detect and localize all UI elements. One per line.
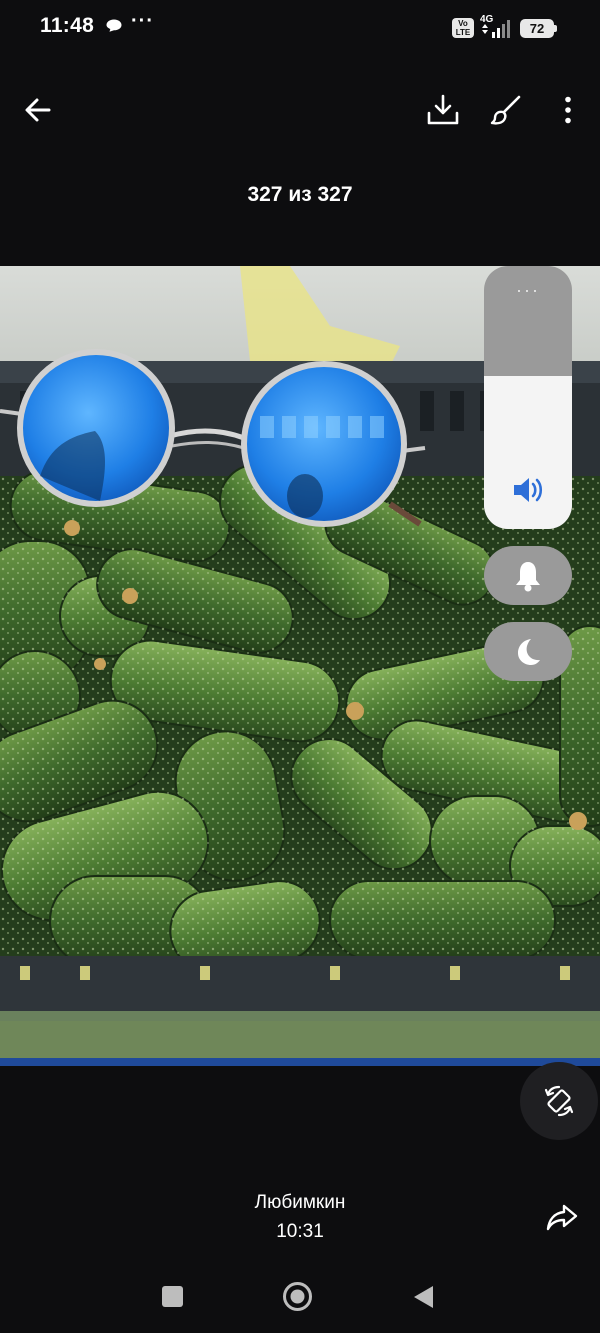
volume-settings-icon[interactable]: ··· xyxy=(484,280,572,301)
chat-bubble-icon xyxy=(106,19,122,32)
sender-name: Любимкин xyxy=(254,1192,346,1213)
download-icon xyxy=(427,94,459,125)
share-button[interactable] xyxy=(540,1195,584,1239)
brush-icon xyxy=(490,95,521,125)
status-more-icon: ··· xyxy=(131,10,154,32)
recents-button[interactable] xyxy=(162,1286,183,1307)
back-button[interactable] xyxy=(16,88,60,132)
edit-button[interactable] xyxy=(484,88,528,132)
home-button[interactable] xyxy=(282,1281,313,1312)
rotate-screen-button[interactable] xyxy=(520,1062,598,1140)
arrow-left-icon xyxy=(25,98,51,122)
share-icon xyxy=(546,1204,578,1231)
volte-icon: Vo LTE xyxy=(452,18,474,38)
download-button[interactable] xyxy=(421,88,465,132)
message-time: 10:31 xyxy=(276,1221,324,1242)
battery-tip xyxy=(554,25,557,32)
nav-back-button[interactable] xyxy=(411,1284,435,1310)
battery-icon: 72 xyxy=(520,19,554,38)
do-not-disturb-button[interactable] xyxy=(484,622,572,681)
more-options-button[interactable] xyxy=(546,88,590,132)
rotate-screen-icon xyxy=(544,1085,574,1117)
signal-icon xyxy=(482,20,510,38)
volume-icon[interactable] xyxy=(511,473,545,507)
volte-bottom-label: LTE xyxy=(455,28,471,37)
volume-panel[interactable]: ··· xyxy=(484,266,572,529)
ring-mode-button[interactable] xyxy=(484,546,572,605)
moon-icon xyxy=(518,638,540,665)
bell-icon xyxy=(516,561,540,591)
photo-counter: 327 из 327 xyxy=(247,183,353,206)
volte-top-label: Vo xyxy=(458,19,468,28)
status-time: 11:48 xyxy=(40,14,95,37)
more-vertical-icon xyxy=(565,96,571,124)
